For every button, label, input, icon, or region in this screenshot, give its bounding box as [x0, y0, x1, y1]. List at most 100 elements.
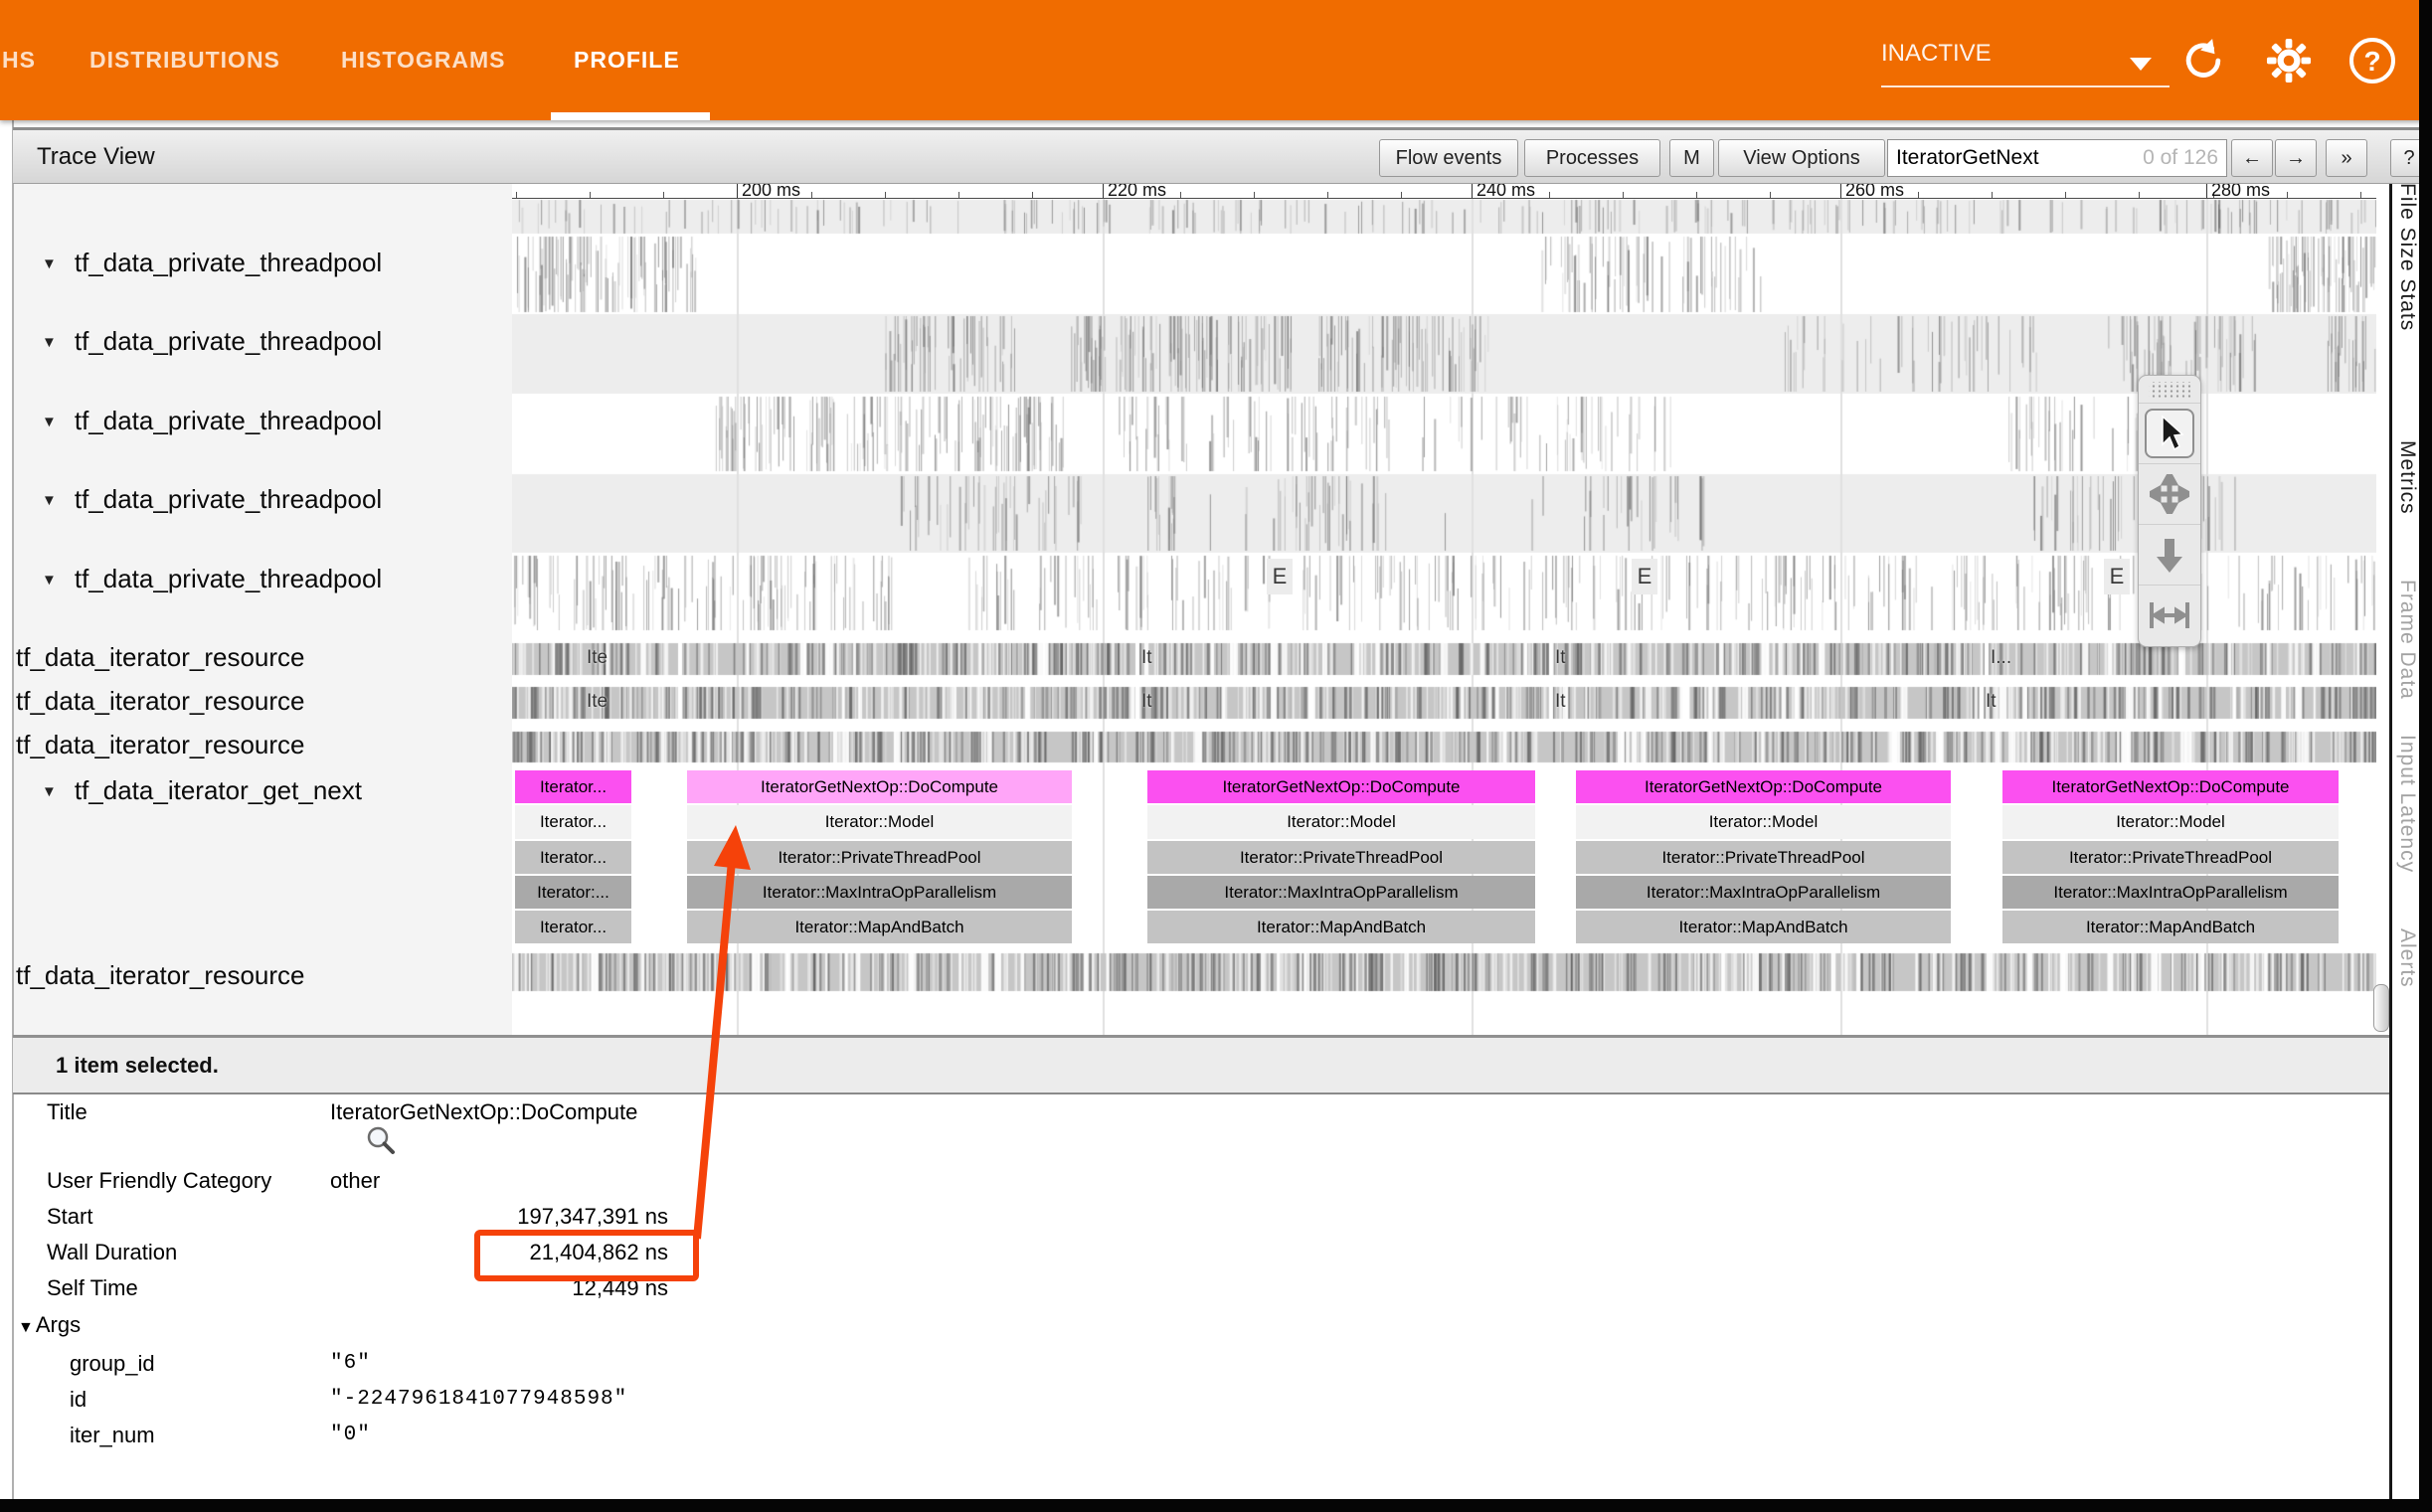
arg-value: "-2247961841077948598": [330, 1384, 627, 1416]
slice-row[interactable]: Iterator::PrivateThreadPool: [1147, 841, 1535, 874]
track-label-text: tf_data_private_threadpool: [75, 484, 382, 514]
slice-row[interactable]: Iterator...: [515, 911, 631, 943]
ruler-minor-tick: [811, 192, 812, 198]
ruler-minor-tick: [516, 192, 517, 198]
ruler-minor-tick: [1549, 192, 1550, 198]
slice-row[interactable]: Iterator:...: [515, 876, 631, 909]
slice-block-1[interactable]: Iterator...Iterator...Iterator...Iterato…: [515, 770, 631, 943]
slice-docompute[interactable]: Iterator...: [515, 770, 631, 803]
vertical-scrollbar-thumb[interactable]: [2373, 984, 2389, 1032]
slice-row[interactable]: Iterator::MaxIntraOpParallelism: [1576, 876, 1951, 909]
track-label-iterator-resource-1[interactable]: tf_data_iterator_resource: [16, 641, 305, 673]
detail-label: Title: [47, 1096, 87, 1128]
slice-row[interactable]: Iterator::MapAndBatch: [1576, 911, 1951, 943]
slice-row[interactable]: Iterator::MapAndBatch: [1147, 911, 1535, 943]
tab-profile[interactable]: PROFILE: [574, 0, 680, 120]
slice-row[interactable]: Iterator::MaxIntraOpParallelism: [1147, 876, 1535, 909]
reload-icon[interactable]: [2180, 38, 2226, 84]
track-label-text: tf_data_iterator_resource: [16, 960, 305, 990]
collapse-arrow-icon[interactable]: ▼: [42, 414, 57, 430]
instant-event-marker[interactable]: E: [1267, 559, 1293, 594]
track-label-threadpool-5[interactable]: ▼tf_data_private_threadpool: [42, 563, 382, 594]
slice-row[interactable]: Iterator::PrivateThreadPool: [687, 841, 1072, 874]
slice-block-3[interactable]: IteratorGetNextOp::DoComputeIterator::Mo…: [1147, 770, 1535, 943]
track-label-iterator-resource-2[interactable]: tf_data_iterator_resource: [16, 685, 305, 717]
track-label-threadpool-2[interactable]: ▼tf_data_private_threadpool: [42, 325, 382, 357]
toolbar-button-view-options[interactable]: View Options: [1718, 139, 1885, 177]
window-right-edge: [2419, 0, 2432, 1512]
slice-block-5[interactable]: IteratorGetNextOp::DoComputeIterator::Mo…: [2002, 770, 2339, 943]
args-toggle[interactable]: ▼Args: [18, 1309, 81, 1341]
slice-row[interactable]: Iterator::PrivateThreadPool: [1576, 841, 1951, 874]
collapse-arrow-icon[interactable]: ▼: [42, 783, 57, 800]
settings-gear-icon[interactable]: [2266, 38, 2312, 84]
toolbar-button-flow-events[interactable]: Flow events: [1379, 139, 1518, 177]
track-label-text: tf_data_iterator_resource: [16, 730, 305, 759]
search-input[interactable]: [1888, 140, 2226, 176]
toolbar-button-m[interactable]: M: [1669, 139, 1714, 177]
slice-block-2[interactable]: IteratorGetNextOp::DoComputeIterator::Mo…: [687, 770, 1072, 943]
find-next-button[interactable]: →: [2275, 139, 2317, 177]
palette-drag-handle[interactable]: [2139, 376, 2200, 404]
ruler-minor-tick: [1327, 192, 1328, 198]
track-label-iterator-get-next[interactable]: ▼tf_data_iterator_get_next: [42, 774, 362, 806]
slice-docompute[interactable]: IteratorGetNextOp::DoCompute: [2002, 770, 2339, 803]
slice-docompute[interactable]: IteratorGetNextOp::DoCompute: [1576, 770, 1951, 803]
trace-view-title: Trace View: [37, 130, 155, 183]
slice-docompute-selected[interactable]: IteratorGetNextOp::DoCompute: [687, 770, 1072, 803]
help-icon[interactable]: ?: [2349, 38, 2395, 84]
ruler-tick-label: 220 ms: [1108, 181, 1166, 201]
slice-row[interactable]: Iterator::Model: [2002, 805, 2339, 839]
resource-slice-label: It: [1555, 646, 1566, 670]
slice-row[interactable]: Iterator::PrivateThreadPool: [2002, 841, 2339, 874]
zoom-tool-button[interactable]: [2139, 525, 2200, 586]
track-label-threadpool-3[interactable]: ▼ tf_data_private_threadpool: [42, 405, 382, 436]
ruler-tick-label: 280 ms: [2211, 181, 2270, 201]
instant-event-marker[interactable]: E: [1632, 559, 1657, 594]
run-selector-dropdown[interactable]: INACTIVE: [1881, 40, 2170, 87]
pan-tool-button[interactable]: [2139, 464, 2200, 525]
run-selector-value: INACTIVE: [1881, 40, 1992, 67]
slice-row[interactable]: Iterator...: [515, 805, 631, 839]
slice-row[interactable]: Iterator::Model: [1576, 805, 1951, 839]
search-box: 0 of 126: [1887, 139, 2227, 177]
trace-viewer-app: HS DISTRIBUTIONS HISTOGRAMS PROFILE INACTIV…: [0, 0, 2432, 1512]
selection-tool-button[interactable]: [2139, 404, 2200, 464]
timeline-track-area[interactable]: 200 ms220 ms240 ms260 ms280 ms IteItItI.…: [512, 181, 2376, 1035]
tab-histograms[interactable]: HISTOGRAMS: [341, 0, 505, 120]
track-label-iterator-resource-4[interactable]: tf_data_iterator_resource: [16, 959, 305, 991]
slice-row[interactable]: Iterator::MaxIntraOpParallelism: [687, 876, 1072, 909]
slice-row[interactable]: Iterator...: [515, 841, 631, 874]
selection-status: 1 item selected.: [56, 1038, 219, 1092]
window-bottom-edge: [0, 1499, 2432, 1512]
collapse-arrow-icon[interactable]: ▼: [42, 255, 57, 272]
find-previous-button[interactable]: ←: [2231, 139, 2273, 177]
resource-slice-label: It: [1555, 690, 1566, 714]
slice-docompute[interactable]: IteratorGetNextOp::DoCompute: [1147, 770, 1535, 803]
track-label-iterator-resource-3[interactable]: tf_data_iterator_resource: [16, 729, 305, 760]
tab-hs[interactable]: HS: [2, 0, 36, 120]
track-label-text: tf_data_private_threadpool: [75, 406, 382, 435]
slice-row[interactable]: Iterator::Model: [687, 805, 1072, 839]
slice-row[interactable]: Iterator::MapAndBatch: [2002, 911, 2339, 943]
tab-distributions[interactable]: DISTRIBUTIONS: [89, 0, 280, 120]
sidebar-item-frame-data[interactable]: Frame Data: [2395, 580, 2419, 700]
sidebar-item-file-size-stats[interactable]: File Size Stats: [2395, 183, 2419, 331]
slice-block-4[interactable]: IteratorGetNextOp::DoComputeIterator::Mo…: [1576, 770, 1951, 943]
sidebar-item-metrics[interactable]: Metrics: [2395, 440, 2419, 515]
instant-event-marker[interactable]: E: [2104, 559, 2130, 594]
collapse-arrow-icon[interactable]: ▼: [42, 492, 57, 509]
track-label-threadpool-1[interactable]: ▼tf_data_private_threadpool: [42, 247, 382, 278]
slice-row[interactable]: Iterator::MaxIntraOpParallelism: [2002, 876, 2339, 909]
sidebar-item-alerts[interactable]: Alerts: [2395, 928, 2419, 988]
timing-tool-button[interactable]: [2139, 586, 2200, 645]
track-label-threadpool-4[interactable]: ▼ tf_data_private_threadpool: [42, 483, 382, 515]
more-results-button[interactable]: »: [2326, 139, 2367, 177]
collapse-arrow-icon[interactable]: ▼: [42, 572, 57, 588]
magnifier-icon[interactable]: [364, 1123, 400, 1159]
toolbar-button-processes[interactable]: Processes: [1524, 139, 1660, 177]
slice-row[interactable]: Iterator::Model: [1147, 805, 1535, 839]
slice-row[interactable]: Iterator::MapAndBatch: [687, 911, 1072, 943]
sidebar-item-input-latency[interactable]: Input Latency: [2395, 735, 2419, 873]
collapse-arrow-icon[interactable]: ▼: [42, 334, 57, 351]
